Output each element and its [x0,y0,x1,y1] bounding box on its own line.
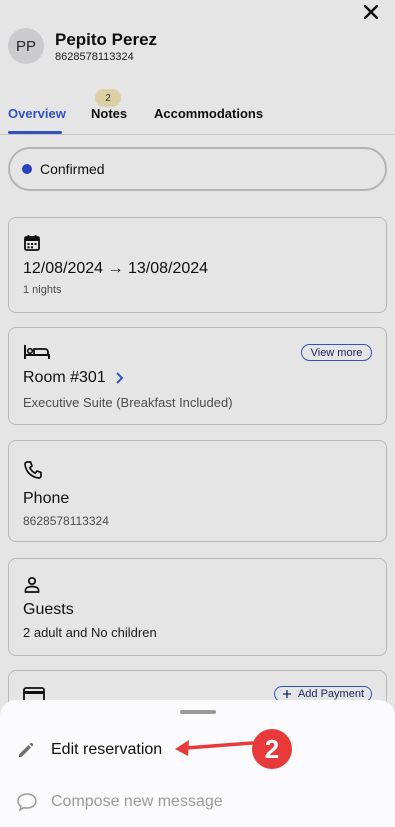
chat-bubble-icon [17,793,37,812]
sheet-drag-handle[interactable] [180,710,216,714]
compose-message-item[interactable]: Compose new message [0,781,395,823]
pencil-icon [19,742,34,757]
annotation-step-badge: 2 [252,729,292,769]
compose-message-label: Compose new message [51,793,223,810]
reservation-screen: PP Pepito Perez 8628578113324 Overview 2… [0,0,395,827]
edit-reservation-label: Edit reservation [51,741,163,758]
actions-bottom-sheet: Edit reservation Compose new message [0,700,395,827]
annotation-arrow [175,740,254,756]
